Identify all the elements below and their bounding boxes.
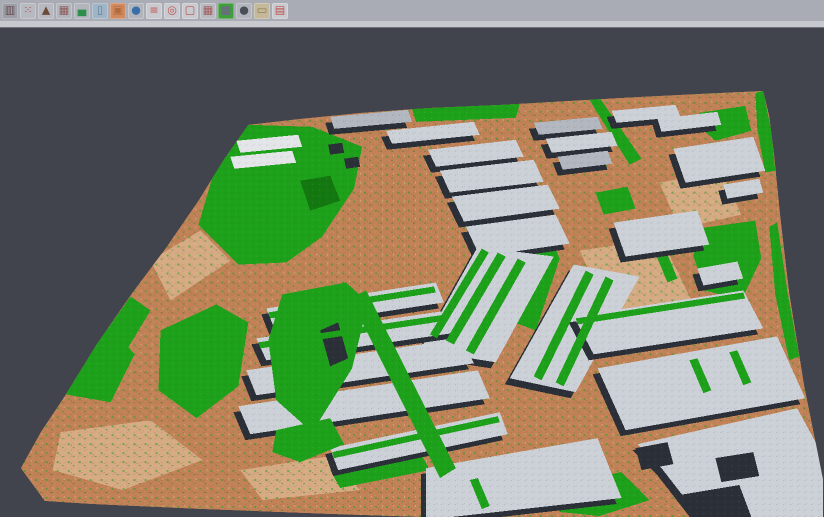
tiled-model-icon[interactable]: ▯	[92, 3, 108, 19]
contour-lines-icon-glyph: ≡	[149, 2, 158, 18]
mesh-icon-glyph: ▦	[59, 2, 69, 18]
tie-points-icon[interactable]: ⁙	[20, 3, 36, 19]
main-toolbar: ▥ ⁙ ▲ ▦ ▄ ▯ ▣ ● ≡ ◎ ▢ ▦ ▩ ● ▭ ▤	[0, 0, 824, 21]
dem-icon[interactable]: ▲	[38, 3, 54, 19]
globe-icon-glyph: ●	[131, 2, 141, 18]
region-select-icon[interactable]: ▢	[182, 3, 198, 19]
tie-points-icon-glyph: ⁙	[23, 2, 32, 18]
sphere-icon-glyph: ●	[239, 2, 249, 18]
classification-icon[interactable]: ▩	[218, 3, 234, 19]
flag-icon-glyph: ▤	[275, 2, 285, 18]
terrain-model-icon[interactable]: ▄	[74, 3, 90, 19]
target-icon-glyph: ◎	[167, 2, 177, 18]
ruler-icon[interactable]: ▭	[254, 3, 270, 19]
photos-icon[interactable]: ▥	[2, 3, 18, 19]
dem-icon-glyph: ▲	[42, 2, 50, 18]
region-select-icon-glyph: ▢	[185, 2, 195, 18]
contour-lines-icon[interactable]: ≡	[146, 3, 162, 19]
orthomosaic-icon[interactable]: ▣	[110, 3, 126, 19]
orthomosaic-icon-glyph: ▣	[113, 2, 123, 18]
sphere-icon[interactable]: ●	[236, 3, 252, 19]
toolbar-edge	[0, 21, 824, 28]
3d-viewport[interactable]	[0, 28, 824, 517]
photos-icon-glyph: ▥	[5, 2, 15, 18]
grid-icon[interactable]: ▦	[200, 3, 216, 19]
mesh-icon[interactable]: ▦	[56, 3, 72, 19]
grid-icon-glyph: ▦	[203, 2, 213, 18]
ruler-icon-glyph: ▭	[257, 2, 267, 18]
flag-icon[interactable]: ▤	[272, 3, 288, 19]
globe-icon[interactable]: ●	[128, 3, 144, 19]
pointcloud-dither	[1, 28, 823, 517]
target-icon[interactable]: ◎	[164, 3, 180, 19]
tiled-model-icon-glyph: ▯	[97, 2, 103, 18]
terrain-model-icon-glyph: ▄	[78, 2, 86, 18]
classification-icon-glyph: ▩	[221, 2, 231, 18]
